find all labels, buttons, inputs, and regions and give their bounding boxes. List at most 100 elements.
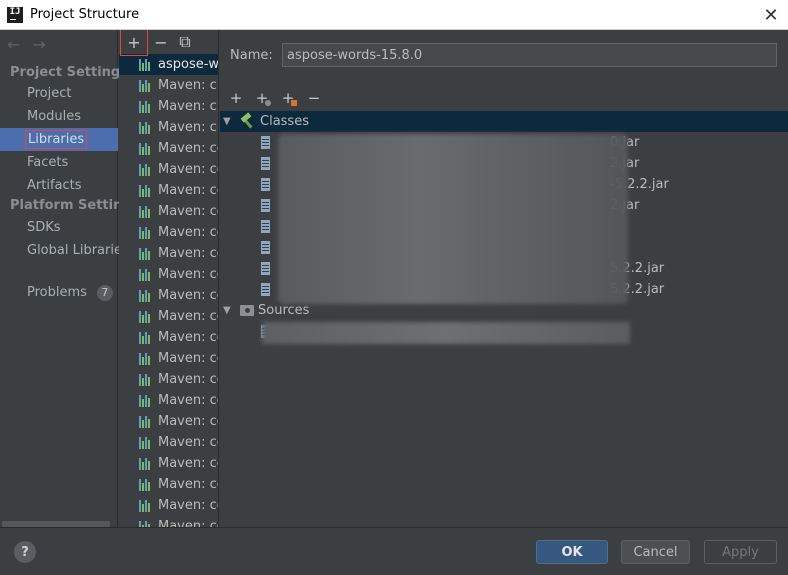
nav-item-artifacts[interactable]: Artifacts <box>0 174 118 197</box>
forward-arrow-icon[interactable]: → <box>32 35 45 54</box>
title-bar: IJ Project Structure ✕ <box>0 0 788 30</box>
library-label: Maven: co <box>158 393 219 408</box>
library-list-item[interactable]: Maven: co <box>119 243 218 264</box>
add-root-button[interactable]: + <box>226 88 246 108</box>
nav-item-project[interactable]: Project <box>0 82 118 105</box>
library-icon <box>139 205 153 218</box>
nav-item-sdks[interactable]: SDKs <box>0 216 118 239</box>
library-label: Maven: co <box>158 309 219 324</box>
library-label: Maven: co <box>158 267 219 282</box>
remove-root-button[interactable]: − <box>304 88 324 108</box>
copy-library-button[interactable]: ⧉ <box>175 32 195 52</box>
library-icon <box>139 499 153 512</box>
library-list-item[interactable]: Maven: co <box>119 222 218 243</box>
library-icon <box>139 310 153 323</box>
library-label: aspose-words-15.8.0 <box>158 57 219 72</box>
library-list-item[interactable]: aspose-words-15.8.0 <box>119 54 218 75</box>
library-label: Maven: co <box>158 414 219 429</box>
library-list-item[interactable]: Maven: co <box>119 159 218 180</box>
folder-icon <box>240 305 254 316</box>
cancel-button[interactable]: Cancel <box>621 540 690 564</box>
libraries-panel: + − ⧉ aspose-words-15.8.0 Maven: ch. Maven… <box>119 30 219 527</box>
library-list-item[interactable]: Maven: co <box>119 285 218 306</box>
library-icon <box>139 79 153 92</box>
library-icon <box>139 352 153 365</box>
library-label: Maven: co <box>158 183 219 198</box>
library-list-item[interactable]: Maven: co <box>119 390 218 411</box>
remove-library-button[interactable]: − <box>151 32 171 52</box>
library-list-item[interactable]: Maven: co <box>119 180 218 201</box>
library-list-item[interactable]: Maven: co <box>119 411 218 432</box>
nav-item-modules[interactable]: Modules <box>0 105 118 128</box>
window-title: Project Structure <box>30 7 140 22</box>
library-list-item[interactable]: Maven: co <box>119 201 218 222</box>
problems-count-badge: 7 <box>96 285 113 301</box>
library-list-item[interactable]: Maven: co <box>119 474 218 495</box>
library-label: Maven: co <box>158 456 219 471</box>
library-icon <box>139 457 153 470</box>
library-label: Maven: co <box>158 162 219 177</box>
library-label: Maven: co <box>158 372 219 387</box>
nav-item-label: Libraries <box>24 130 88 149</box>
library-label: Maven: co <box>158 246 219 261</box>
apply-button[interactable]: Apply <box>704 540 777 564</box>
library-list-item[interactable]: Maven: co <box>119 369 218 390</box>
library-list-item[interactable]: Maven: co <box>119 264 218 285</box>
library-list-item[interactable]: Maven: co <box>119 516 218 527</box>
library-list-item[interactable]: Maven: co <box>119 306 218 327</box>
library-list-item[interactable]: Maven: ch. <box>119 96 218 117</box>
library-icon <box>139 331 153 344</box>
nav-item-label: SDKs <box>27 220 61 235</box>
library-list-item[interactable]: Maven: cn. <box>119 117 218 138</box>
library-label: Maven: co <box>158 498 219 513</box>
library-icon <box>139 142 153 155</box>
add-library-button[interactable]: + <box>120 30 148 56</box>
library-label: Maven: co <box>158 435 219 450</box>
nav-item-label: Problems <box>27 285 87 300</box>
library-icon <box>139 415 153 428</box>
name-row: Name: <box>230 43 777 67</box>
jar-icon <box>261 199 270 212</box>
nav-item-problems[interactable]: Problems 7 <box>0 281 118 304</box>
library-label: Maven: co <box>158 477 219 492</box>
nav-item-label: Global Libraries <box>27 243 129 258</box>
nav-item-global-libraries[interactable]: Global Libraries <box>0 239 129 262</box>
library-label: Maven: co <box>158 330 219 345</box>
jar-badge-icon <box>265 100 271 106</box>
intellij-app-icon: IJ <box>7 6 23 23</box>
library-label: Maven: co <box>158 141 219 156</box>
close-icon[interactable]: ✕ <box>760 4 782 26</box>
classes-node[interactable]: ▼ Classes <box>220 111 788 132</box>
library-list-item[interactable]: Maven: co <box>119 432 218 453</box>
add-source-button[interactable]: + <box>278 88 298 108</box>
help-button[interactable]: ? <box>14 541 36 563</box>
add-jar-button[interactable]: + <box>252 88 272 108</box>
hammer-icon <box>240 115 256 129</box>
nav-item-facets[interactable]: Facets <box>0 151 118 174</box>
library-list-item[interactable]: Maven: co <box>119 327 218 348</box>
nav-item-libraries[interactable]: Libraries <box>0 128 118 151</box>
library-list-item[interactable]: Maven: co <box>119 495 218 516</box>
ok-button[interactable]: OK <box>536 540 608 564</box>
library-label: Maven: co <box>158 288 219 303</box>
nav-item-label: Modules <box>27 109 82 124</box>
jar-icon <box>261 157 270 170</box>
library-label: Maven: co <box>158 225 219 240</box>
library-list-item[interactable]: Maven: ch. <box>119 75 218 96</box>
sources-label: Sources <box>258 303 310 318</box>
library-list-item[interactable]: Maven: co <box>119 138 218 159</box>
libraries-list: aspose-words-15.8.0 Maven: ch. Maven: ch. M… <box>119 54 218 527</box>
back-arrow-icon[interactable]: ← <box>7 35 20 54</box>
library-list-item[interactable]: Maven: co <box>119 453 218 474</box>
library-icon <box>139 478 153 491</box>
nav-item-label: Artifacts <box>27 178 82 193</box>
nav-item-label: Project <box>27 86 72 101</box>
library-name-input[interactable] <box>282 43 777 67</box>
library-icon <box>139 289 153 302</box>
library-list-item[interactable]: Maven: co <box>119 348 218 369</box>
expand-arrow-icon[interactable]: ▼ <box>223 116 237 127</box>
expand-arrow-icon[interactable]: ▼ <box>223 305 237 316</box>
project-settings-header: Project Settings <box>10 65 128 80</box>
jar-icon <box>261 136 270 149</box>
tree-toolbar: + + + − <box>226 88 324 108</box>
